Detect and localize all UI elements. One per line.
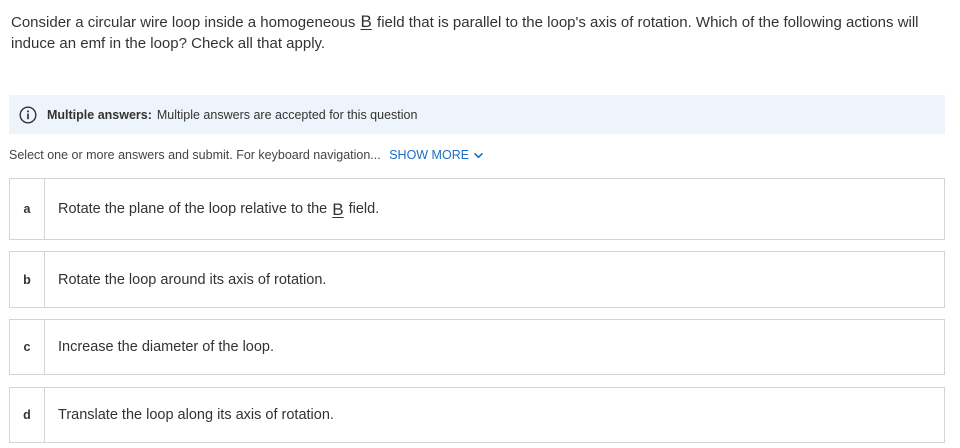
answer-option-b[interactable]: b Rotate the loop around its axis of rot… <box>9 251 945 308</box>
info-circle-icon <box>19 105 37 124</box>
option-letter: d <box>10 388 45 442</box>
option-text: Translate the loop along its axis of rot… <box>58 407 334 423</box>
multiple-answers-label: Multiple answers: <box>47 107 152 122</box>
option-letter: b <box>10 252 45 307</box>
show-more-link[interactable]: SHOW MORE <box>389 146 484 164</box>
vector-b-symbol: B <box>332 199 344 219</box>
chevron-down-icon <box>474 152 483 158</box>
vector-b-symbol: B <box>360 12 372 31</box>
instructions: Select one or more answers and submit. F… <box>9 146 484 164</box>
answer-option-a[interactable]: a Rotate the plane of the loop relative … <box>9 178 945 240</box>
multiple-answers-banner: Multiple answers: Multiple answers are a… <box>9 95 945 134</box>
option-text-part2: field. <box>348 201 380 217</box>
option-text: Rotate the loop around its axis of rotat… <box>58 271 327 288</box>
option-text-part1: Rotate the plane of the loop relative to… <box>58 201 328 217</box>
answer-option-c[interactable]: c Increase the diameter of the loop. <box>9 319 945 375</box>
option-letter: a <box>10 179 45 239</box>
question-text: Consider a circular wire loop inside a h… <box>11 12 946 54</box>
question-text-part1: Consider a circular wire loop inside a h… <box>11 14 356 31</box>
option-letter: c <box>10 320 45 374</box>
option-text: Rotate the plane of the loop relative to… <box>45 179 944 239</box>
option-text: Increase the diameter of the loop. <box>58 339 275 355</box>
answer-option-d[interactable]: d Translate the loop along its axis of r… <box>9 387 945 443</box>
multiple-answers-text: Multiple answers are accepted for this q… <box>156 107 418 122</box>
show-more-label: SHOW MORE <box>389 148 470 162</box>
instructions-text: Select one or more answers and submit. F… <box>9 148 381 162</box>
